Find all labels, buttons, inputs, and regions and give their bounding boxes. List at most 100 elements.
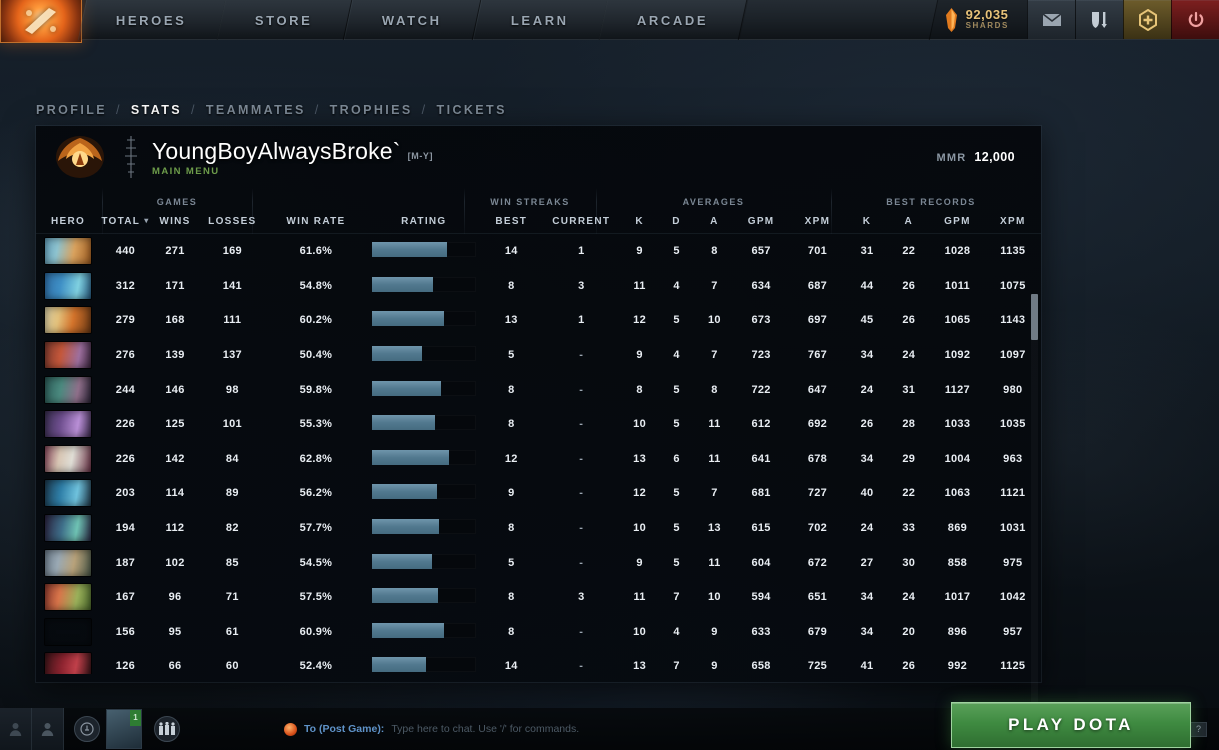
cell-wins: 146 [165, 383, 185, 396]
cell-total: 312 [115, 279, 136, 292]
play-dota-button[interactable]: PLAY DOTA [951, 702, 1191, 748]
breadcrumb-item-trophies[interactable]: TROPHIES [330, 103, 413, 117]
hero-portrait-cell[interactable] [36, 238, 100, 265]
hero-portrait-cell[interactable] [36, 515, 100, 542]
shards-counter[interactable]: 92,035 SHARDS [934, 0, 1027, 39]
table-row[interactable]: 167 96 71 57.5% 8 3 11 7 10 594 651 34 24 1017 1042 [36, 580, 1041, 615]
nav-item-arcade[interactable]: ARCADE [599, 0, 748, 40]
cell-avg_d: 5 [673, 245, 680, 258]
cell-wins: 142 [165, 452, 185, 465]
notifications-icon[interactable] [74, 716, 100, 742]
table-row[interactable]: 226 125 101 55.3% 8-10 5 11 612 692 26 28 1033 1035 [36, 407, 1041, 442]
rating-bar-fill [371, 415, 436, 431]
column-header-streak-current[interactable]: CURRENT [541, 216, 621, 227]
table-row[interactable]: 312 171 141 54.8% 8 3 11 4 7 634 687 44 26 1011 1075 [36, 269, 1041, 304]
chat-input-placeholder[interactable]: Type here to chat. Use '/' for commands. [391, 723, 579, 735]
hero-portrait-cell[interactable] [36, 445, 100, 472]
cell-avg_gpm: 594 [751, 591, 771, 604]
column-header-hero[interactable]: HERO [36, 216, 100, 227]
hero-portrait-cell[interactable] [36, 376, 100, 403]
power-icon[interactable] [1171, 0, 1219, 39]
armory-icon[interactable] [1075, 0, 1123, 39]
hero-portrait-cell[interactable] [36, 411, 100, 438]
cell-avg_xpm: 672 [807, 556, 828, 569]
rating-bar-track [371, 449, 476, 465]
column-header-avg-d[interactable]: D [658, 216, 695, 227]
hero-portrait-cell[interactable] [36, 619, 100, 645]
column-header-avg-k[interactable]: K [621, 216, 658, 227]
column-header-rec-k[interactable]: K [847, 216, 888, 227]
nav-item-heroes[interactable]: HEROES [77, 0, 226, 40]
table-row[interactable]: 279 168 111 60.2% 13 1 12 5 10 673 697 45 26 1065 1143 [36, 303, 1041, 338]
column-header-rec-a[interactable]: A [887, 216, 930, 227]
hero-portrait-icon [45, 272, 92, 299]
friend-slot-2[interactable] [32, 708, 64, 750]
column-header-wins[interactable]: WINS [151, 216, 200, 227]
cell-win_rate: 50.4% [299, 349, 333, 362]
cell-avg_k: 9 [636, 349, 643, 362]
table-row[interactable]: 126 66 60 52.4% 14-13 7 9 658 725 41 26 992 1125 [36, 649, 1041, 674]
cell-avg_k: 10 [633, 522, 647, 535]
breadcrumb-item-teammates[interactable]: TEAMMATES [206, 103, 306, 117]
hero-portrait-cell[interactable] [36, 584, 100, 611]
table-row[interactable]: 187 102 85 54.5% 5-9 5 11 604 672 27 30 858 975 [36, 545, 1041, 580]
table-row[interactable]: 440 271 169 61.6% 14 1 9 5 8 657 701 31 22 1028 1135 [36, 234, 1041, 269]
rating-cell [366, 276, 481, 295]
breadcrumb-item-tickets[interactable]: TICKETS [437, 103, 507, 117]
column-header-rec-xpm[interactable]: XPM [985, 216, 1041, 227]
mail-icon[interactable] [1027, 0, 1075, 39]
rating-bar-fill [371, 276, 434, 292]
level-badge: 1 [130, 710, 141, 726]
scrollbar[interactable] [1031, 294, 1038, 728]
column-header-avg-gpm[interactable]: GPM [734, 216, 788, 227]
cell-current: - [579, 556, 584, 569]
cell-avg_d: 5 [673, 487, 680, 500]
plus-hex-icon[interactable] [1123, 0, 1171, 39]
breadcrumb-item-stats[interactable]: STATS [131, 103, 182, 117]
hero-portrait-cell[interactable] [36, 480, 100, 507]
dota-logo-icon[interactable] [0, 0, 82, 43]
cell-best: 13 [504, 314, 518, 327]
cell-avg_xpm: 647 [807, 383, 828, 396]
hero-stats-table: GAMES WIN STREAKS AVERAGES BEST RECORDS … [36, 188, 1041, 674]
nav-item-store[interactable]: STORE [217, 0, 353, 40]
rating-bar-track [371, 657, 476, 673]
chat-input-row[interactable]: To (Post Game): Type here to chat. Use '… [284, 722, 579, 736]
table-row[interactable]: 226 142 84 62.8% 12-13 6 11 641 678 34 29 1004 963 [36, 442, 1041, 477]
column-header-win-rate[interactable]: WIN RATE [265, 216, 366, 227]
avatar[interactable] [54, 131, 106, 183]
table-row[interactable]: 276 139 137 50.4% 5-9 4 7 723 767 34 24 1092 1097 [36, 338, 1041, 373]
table-row[interactable]: 194 112 82 57.7% 8-10 5 13 615 702 24 33 869 1031 [36, 511, 1041, 546]
cell-total: 194 [115, 522, 136, 535]
hero-portrait-cell[interactable] [36, 549, 100, 576]
column-header-losses[interactable]: LOSSES [199, 216, 265, 227]
cell-avg_d: 7 [673, 660, 680, 673]
player-avatar-chip[interactable]: 1 [106, 709, 142, 749]
column-header-avg-xpm[interactable]: XPM [788, 216, 846, 227]
group-divider [464, 188, 465, 234]
friend-slot-1[interactable] [0, 708, 32, 750]
column-header-streak-best[interactable]: BEST [481, 216, 541, 227]
breadcrumb-separator: / [115, 103, 122, 117]
table-row[interactable]: 156 95 61 60.9% 8-10 4 9 633 679 34 20 896 957 [36, 615, 1041, 650]
nav-item-learn[interactable]: LEARN [472, 0, 608, 40]
hero-portrait-cell[interactable] [36, 653, 100, 674]
hero-portrait-cell[interactable] [36, 272, 100, 299]
column-header-rec-gpm[interactable]: GPM [930, 216, 984, 227]
table-row[interactable]: 203 114 89 56.2% 9-12 5 7 681 727 40 22 1063 1121 [36, 476, 1041, 511]
cell-rec_gpm: 869 [947, 522, 968, 535]
top-navigation-bar: HEROES STORE WATCH LEARN ARCADE 92,035 S… [0, 0, 1219, 43]
column-header-total[interactable]: TOTAL ▾ [100, 216, 151, 227]
cell-avg_xpm: 651 [807, 591, 828, 604]
rating-bar-track [371, 622, 476, 638]
nav-item-watch[interactable]: WATCH [343, 0, 481, 40]
scrollbar-thumb[interactable] [1031, 294, 1038, 340]
hero-portrait-cell[interactable] [36, 307, 100, 334]
table-row[interactable]: 244 146 98 59.8% 8-8 5 8 722 647 24 31 1127 980 [36, 372, 1041, 407]
shard-icon [945, 7, 957, 32]
hero-portrait-cell[interactable] [36, 342, 100, 369]
column-header-avg-a[interactable]: A [695, 216, 734, 227]
breadcrumb-item-profile[interactable]: PROFILE [36, 103, 107, 117]
party-icon[interactable] [154, 716, 180, 742]
rating-bar-track [371, 588, 476, 604]
